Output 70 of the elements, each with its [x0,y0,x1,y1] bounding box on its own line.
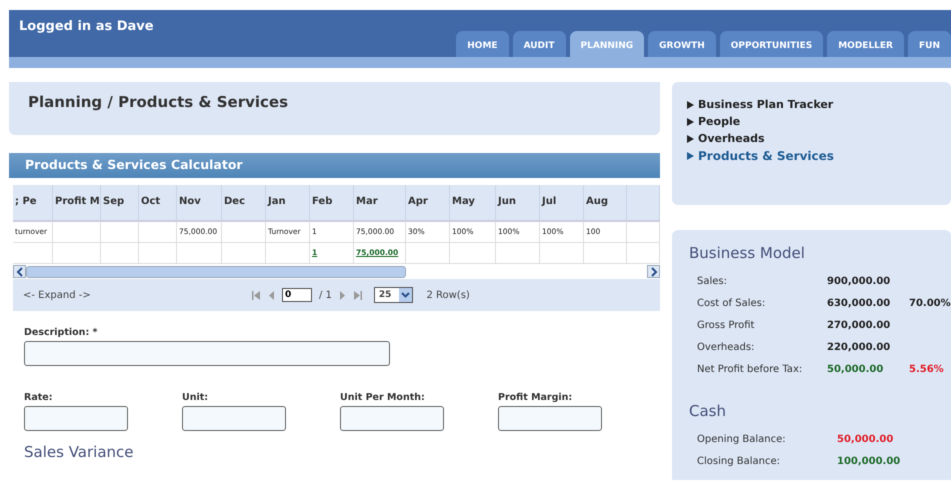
field-label: Unit: [182,392,210,403]
triangle-bullet-icon [687,152,694,160]
column-header[interactable]: Jul [540,185,584,220]
summary-value: 900,000.00 [827,276,892,286]
input-field[interactable] [498,406,602,431]
scroll-right-icon[interactable] [647,265,660,278]
summary-label: Closing Balance: [697,456,781,466]
row-count: 2 Row(s) [426,290,470,300]
nav-tab[interactable]: HOME [456,31,509,57]
nav-tab[interactable]: OPPORTUNITIES [720,31,824,57]
column-header[interactable]: Dec [222,185,266,220]
summary-value: 50,000.00 [827,364,884,374]
page-count: / 1 [319,290,332,300]
side-nav-link[interactable]: Business Plan Tracker [687,98,951,111]
side-nav-link[interactable]: Overheads [687,132,951,145]
column-header[interactable]: Feb [310,185,354,220]
nav-tab[interactable]: FUN [908,31,951,57]
side-nav-link[interactable]: Products & Services [687,149,951,163]
column-header[interactable]: Apr [406,185,450,220]
user-label: Logged in as Dave [19,19,154,34]
input-field[interactable] [24,406,128,431]
summary-label: Cost of Sales: [697,298,766,308]
column-header[interactable]: ; Pe [13,185,53,220]
triangle-bullet-icon [687,134,694,142]
description-field[interactable] [24,341,390,366]
calculator-title: Products & Services Calculator [25,157,243,172]
horizontal-scrollbar[interactable] [13,264,660,279]
summary-value: 630,000.00 [827,298,892,308]
summary-value: 50,000.00 [837,434,894,444]
summary-label: Gross Profit [697,320,756,330]
column-header[interactable]: Nov [177,185,222,220]
column-header[interactable]: Jun [496,185,540,220]
scroll-thumb[interactable] [26,266,406,278]
summary-percent: 5.56% [909,364,944,374]
expand-link[interactable]: <- Expand -> [23,290,251,300]
triangle-bullet-icon [687,100,694,108]
summary-label: Net Profit before Tax: [697,364,804,374]
column-header[interactable]: Oct [139,185,177,220]
summary-label: Sales: [697,276,728,286]
field-label: Description: * [24,327,99,338]
summary-label: Opening Balance: [697,434,787,444]
column-header[interactable]: Sep [101,185,139,220]
summary-value: 100,000.00 [837,456,902,466]
field-label: Unit Per Month: [340,392,426,403]
summary-value: 270,000.00 [827,320,892,330]
field-label: Profit Margin: [498,392,574,403]
summary-label: Overheads: [697,342,756,352]
nav-tab[interactable]: AUDIT [512,31,566,57]
page-size-select[interactable]: 25 [374,287,414,303]
nav-tab[interactable]: GROWTH [648,31,716,57]
nav-tab[interactable]: MODELLER [827,31,904,57]
triangle-bullet-icon [687,118,694,126]
side-nav-link[interactable]: People [687,115,951,128]
column-header[interactable]: Aug [584,185,627,220]
panel-heading: Business Model [689,244,806,262]
input-field[interactable] [182,406,286,431]
scroll-left-icon[interactable] [13,265,26,278]
page-title: Planning / Products & Services [28,93,288,111]
panel-heading: Cash [689,402,727,420]
column-header[interactable]: Profit M [53,185,101,220]
column-header[interactable]: Mar [354,185,406,220]
input-field[interactable] [340,406,444,431]
field-label: Rate: [24,392,54,403]
summary-percent: 70.00% [909,298,951,308]
summary-value: 220,000.00 [827,342,892,352]
section-heading: Sales Variance [24,443,134,461]
page-input[interactable]: 0 [282,288,312,302]
column-header[interactable]: Jan [266,185,310,220]
dropdown-caret-icon[interactable] [401,292,410,298]
column-header[interactable]: May [450,185,496,220]
